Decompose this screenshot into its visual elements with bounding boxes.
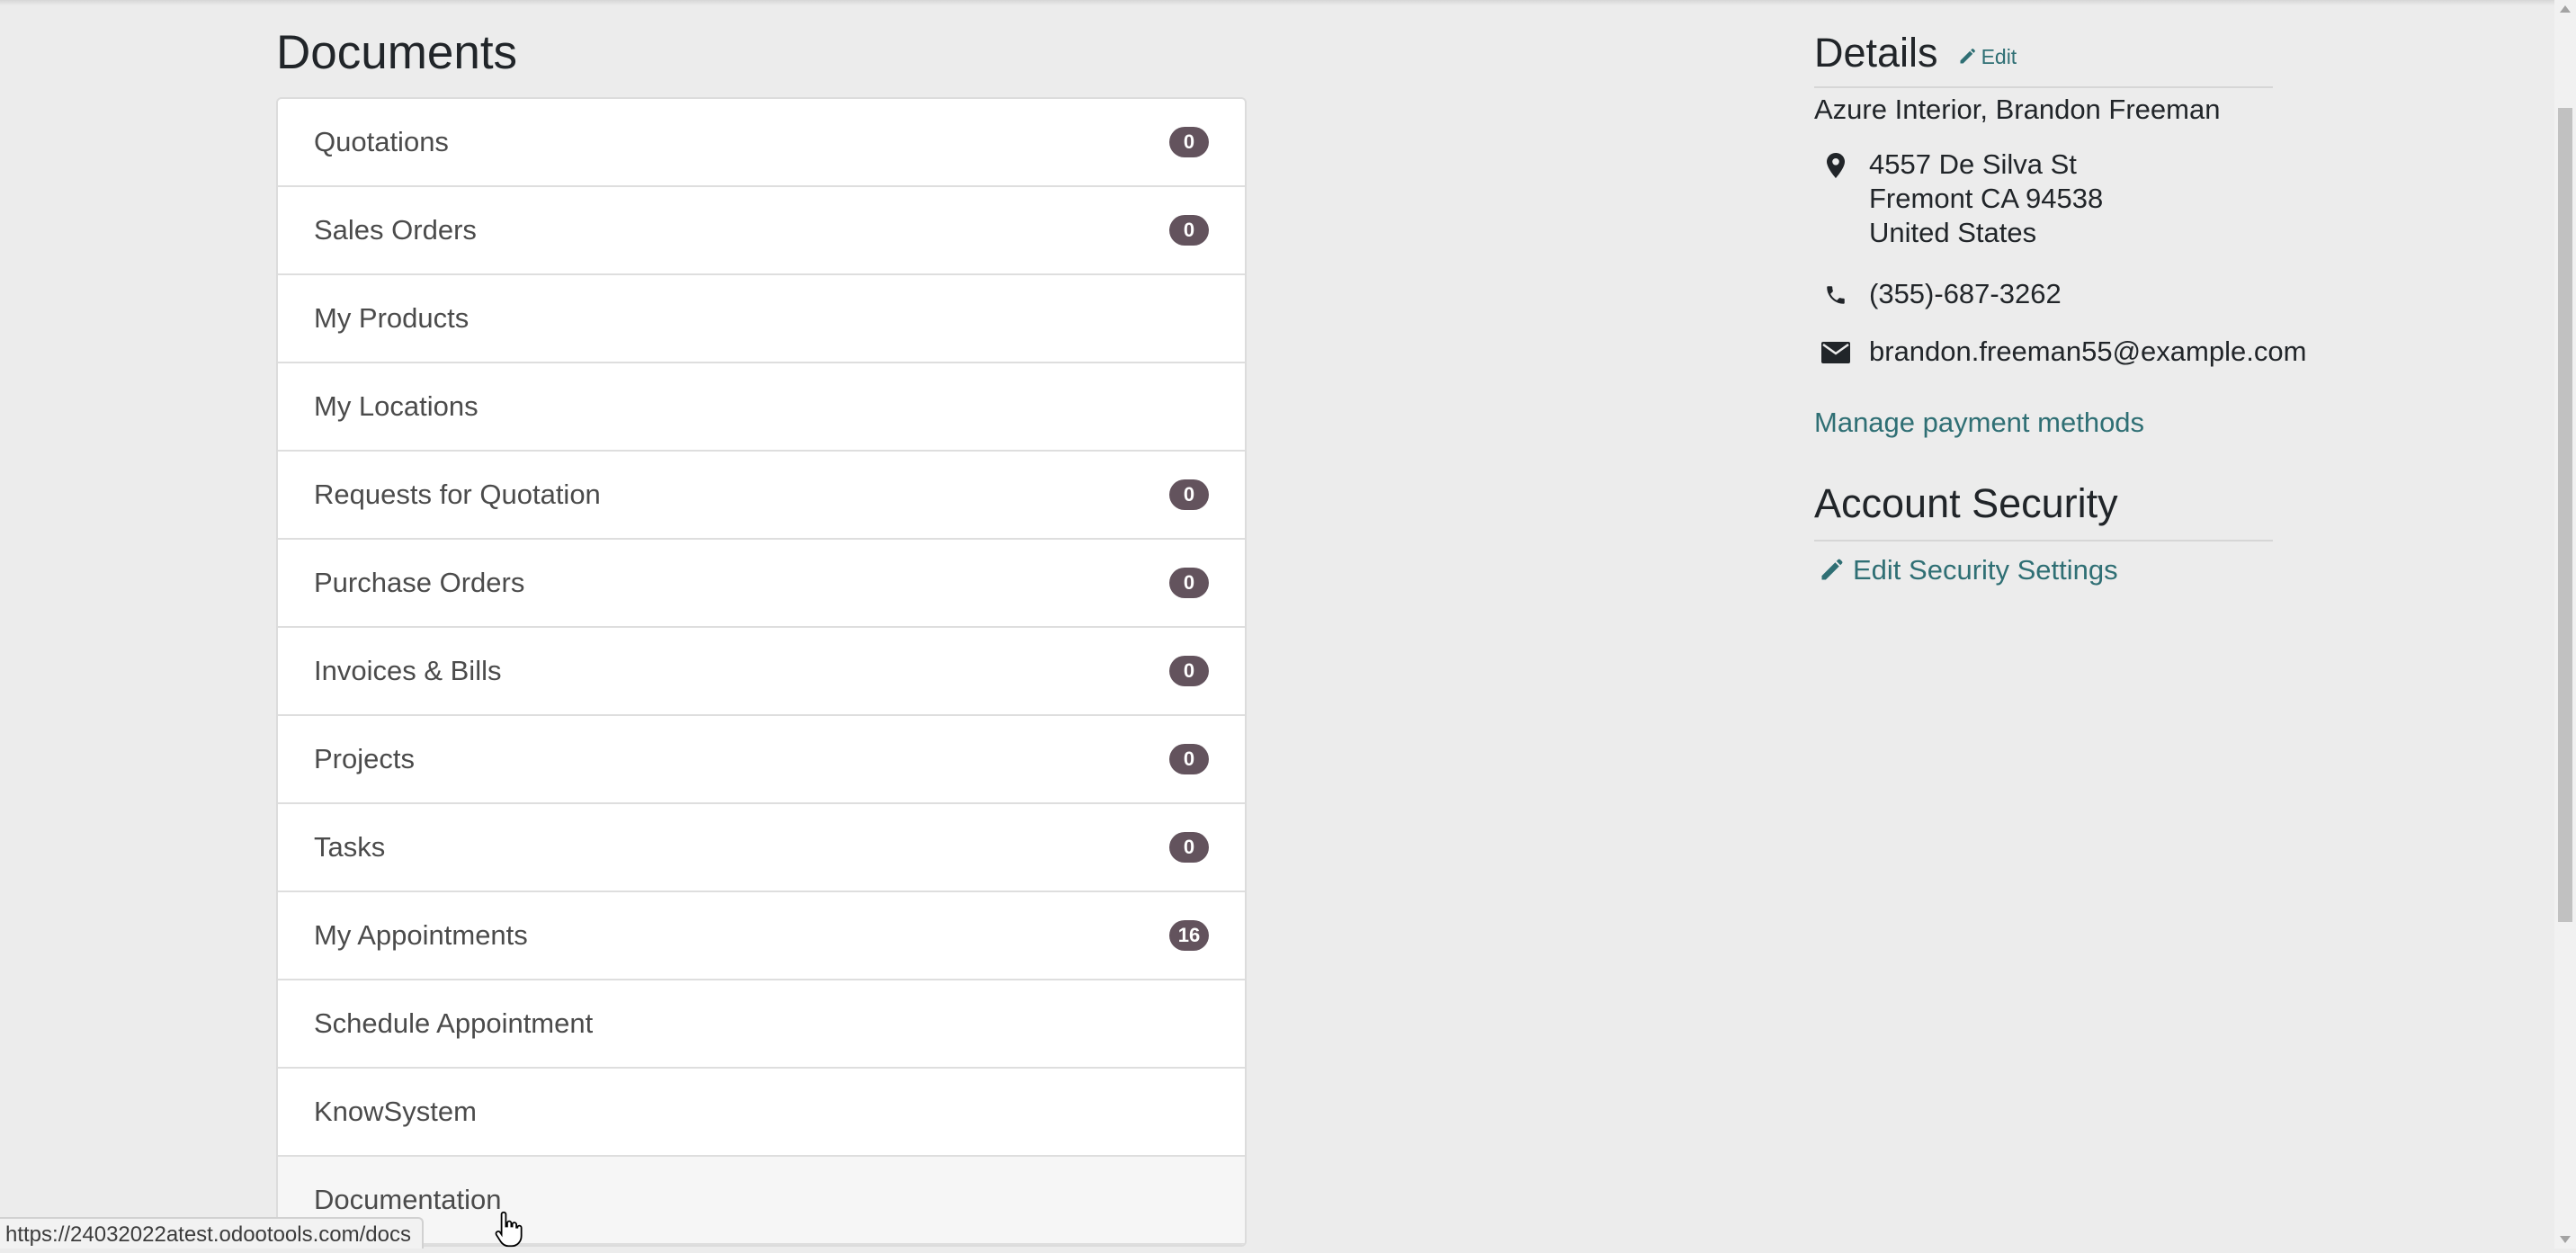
doc-item-label: My Products	[314, 302, 470, 334]
scroll-down-arrow-icon[interactable]	[2560, 1236, 2571, 1243]
doc-item-label: KnowSystem	[314, 1096, 477, 1127]
count-badge: 0	[1169, 744, 1209, 774]
doc-item-projects[interactable]: Projects 0	[278, 716, 1245, 804]
top-shadow	[0, 0, 2554, 5]
count-badge: 0	[1169, 656, 1209, 686]
phone-icon	[1818, 277, 1854, 313]
details-title: Details	[1814, 30, 1938, 76]
doc-item-label: Quotations	[314, 126, 449, 157]
scroll-thumb[interactable]	[2558, 108, 2572, 922]
doc-item-purchase-orders[interactable]: Purchase Orders 0	[278, 540, 1245, 628]
doc-item-tasks[interactable]: Tasks 0	[278, 804, 1245, 892]
edit-details-link[interactable]: Edit	[1958, 45, 2017, 69]
count-badge: 0	[1169, 832, 1209, 863]
details-header: Details Edit	[1814, 20, 2273, 88]
count-badge: 0	[1169, 479, 1209, 510]
doc-item-my-appointments[interactable]: My Appointments 16	[278, 892, 1245, 980]
edit-label: Edit	[1981, 44, 2017, 68]
scroll-up-arrow-icon[interactable]	[2560, 5, 2571, 13]
edit-security-settings-link[interactable]: Edit Security Settings	[1819, 554, 2118, 586]
documents-title: Documents	[276, 26, 518, 79]
address-block: 4557 De Silva St Fremont CA 94538 United…	[1814, 148, 2103, 250]
address-line1: 4557 De Silva St	[1869, 148, 2077, 180]
address-line3: United States	[1869, 217, 2037, 248]
doc-item-schedule-appointment[interactable]: Schedule Appointment	[278, 980, 1245, 1069]
doc-item-my-locations[interactable]: My Locations	[278, 363, 1245, 452]
account-security-header: Account Security	[1814, 468, 2273, 541]
doc-item-label: Sales Orders	[314, 214, 477, 246]
count-badge: 16	[1169, 920, 1209, 951]
pencil-icon	[1821, 559, 1843, 580]
map-marker-icon	[1818, 148, 1854, 183]
doc-item-label: Schedule Appointment	[314, 1007, 594, 1039]
doc-item-label: Invoices & Bills	[314, 655, 502, 686]
doc-item-label: Purchase Orders	[314, 567, 525, 598]
hand-cursor-icon	[493, 1210, 525, 1253]
doc-item-knowsystem[interactable]: KnowSystem	[278, 1069, 1245, 1157]
email-row: brandon.freeman55@example.com	[1814, 335, 2306, 371]
count-badge: 0	[1169, 127, 1209, 157]
doc-item-label: Projects	[314, 743, 415, 774]
phone-row: (355)-687-3262	[1814, 277, 2062, 313]
address-text: 4557 De Silva St Fremont CA 94538 United…	[1869, 148, 2103, 250]
email-address: brandon.freeman55@example.com	[1869, 336, 2307, 367]
envelope-icon	[1818, 335, 1854, 371]
edit-security-label: Edit Security Settings	[1853, 554, 2118, 586]
doc-item-my-products[interactable]: My Products	[278, 275, 1245, 363]
count-badge: 0	[1169, 215, 1209, 246]
doc-item-label: My Locations	[314, 390, 479, 422]
documents-list: Quotations 0 Sales Orders 0 My Products …	[276, 97, 1247, 1247]
account-security-title: Account Security	[1814, 480, 2118, 526]
doc-item-sales-orders[interactable]: Sales Orders 0	[278, 187, 1245, 275]
partner-name: Azure Interior, Brandon Freeman	[1814, 94, 2221, 125]
status-bar-url: https://24032022atest.odootools.com/docs	[0, 1217, 424, 1249]
doc-item-quotations[interactable]: Quotations 0	[278, 99, 1245, 187]
pencil-icon	[1960, 49, 1975, 64]
phone-number: (355)-687-3262	[1869, 278, 2062, 309]
manage-payment-methods-link[interactable]: Manage payment methods	[1814, 407, 2144, 439]
address-line2: Fremont CA 94538	[1869, 183, 2104, 214]
doc-item-requests-for-quotation[interactable]: Requests for Quotation 0	[278, 452, 1245, 540]
count-badge: 0	[1169, 568, 1209, 598]
vertical-scrollbar[interactable]	[2554, 0, 2576, 1249]
doc-item-label: Tasks	[314, 831, 386, 863]
doc-item-invoices-bills[interactable]: Invoices & Bills 0	[278, 628, 1245, 716]
doc-item-label: My Appointments	[314, 919, 528, 951]
doc-item-label: Documentation	[314, 1184, 502, 1215]
doc-item-label: Requests for Quotation	[314, 479, 601, 510]
